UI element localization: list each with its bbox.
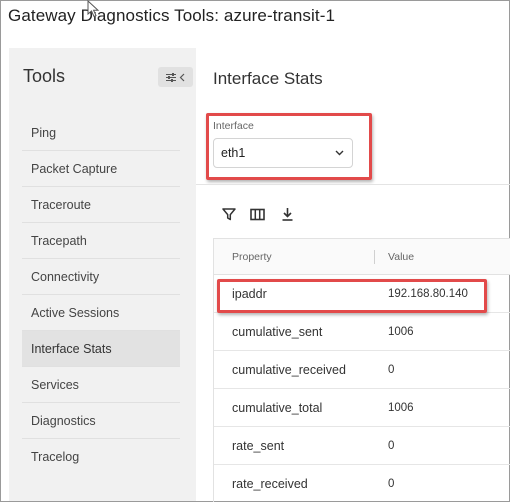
sidebar-item-interface-stats[interactable]: Interface Stats bbox=[22, 331, 180, 367]
sidebar-item-traceroute[interactable]: Traceroute bbox=[22, 187, 180, 223]
sidebar-item-packet-capture[interactable]: Packet Capture bbox=[22, 151, 180, 187]
collapse-sidebar-button[interactable] bbox=[158, 67, 193, 87]
property-cell: rate_received bbox=[232, 476, 308, 491]
sidebar-item-label: Active Sessions bbox=[31, 305, 120, 320]
sidebar-item-connectivity[interactable]: Connectivity bbox=[22, 259, 180, 295]
interface-select[interactable]: eth1 bbox=[213, 138, 353, 168]
sidebar-item-label: Services bbox=[31, 377, 79, 392]
value-cell: 0 bbox=[388, 363, 395, 376]
table-header: Property Value bbox=[214, 239, 510, 275]
column-header-label: Value bbox=[388, 250, 415, 263]
property-cell: ipaddr bbox=[232, 286, 267, 301]
interface-stats-table: Property Value ipaddr 192.168.80.140 cum… bbox=[213, 238, 510, 502]
property-cell: rate_sent bbox=[232, 438, 285, 453]
table-row: cumulative_sent 1006 bbox=[214, 313, 510, 351]
columns-icon[interactable] bbox=[248, 205, 266, 223]
page-title: Interface Stats bbox=[213, 69, 323, 88]
chevron-down-icon bbox=[335, 150, 344, 156]
sidebar-item-tracepath[interactable]: Tracepath bbox=[22, 223, 180, 259]
sidebar-item-services[interactable]: Services bbox=[22, 367, 180, 403]
value-cell: 192.168.80.140 bbox=[388, 287, 468, 300]
column-header-property[interactable]: Property bbox=[214, 239, 375, 274]
value-cell: 0 bbox=[388, 439, 395, 452]
sidebar-item-label: Interface Stats bbox=[31, 341, 112, 356]
sidebar-item-ping[interactable]: Ping bbox=[22, 115, 180, 151]
table-row: cumulative_received 0 bbox=[214, 351, 510, 389]
table-row: rate_sent 0 bbox=[214, 427, 510, 465]
property-cell: cumulative_total bbox=[232, 400, 323, 415]
table-row: cumulative_total 1006 bbox=[214, 389, 510, 427]
sidebar-item-diagnostics[interactable]: Diagnostics bbox=[22, 403, 180, 439]
property-cell: cumulative_received bbox=[232, 362, 346, 377]
value-cell: 1006 bbox=[388, 401, 414, 414]
sidebar-item-active-sessions[interactable]: Active Sessions bbox=[22, 295, 180, 331]
section-divider bbox=[196, 184, 510, 185]
sidebar-item-label: Tracelog bbox=[31, 450, 80, 464]
value-cell: 0 bbox=[388, 477, 395, 490]
tools-nav-list: Ping Packet Capture Traceroute Tracepath… bbox=[22, 115, 180, 475]
sidebar-item-label: Tracepath bbox=[31, 233, 87, 248]
download-icon[interactable] bbox=[278, 205, 296, 223]
column-header-value[interactable]: Value bbox=[374, 239, 414, 274]
sidebar-item-label: Traceroute bbox=[31, 197, 91, 212]
tools-sidebar: Tools Ping Packet Capture Traceroute Tra… bbox=[9, 48, 196, 501]
window-title: Gateway Diagnostics Tools: azure-transit… bbox=[8, 6, 336, 25]
sidebar-item-label: Diagnostics bbox=[31, 413, 96, 428]
settings-sliders-icon bbox=[166, 72, 176, 82]
interface-label: Interface bbox=[213, 120, 254, 132]
property-cell: cumulative_sent bbox=[232, 324, 323, 339]
column-header-label: Property bbox=[232, 250, 272, 263]
chevron-left-icon bbox=[179, 73, 185, 81]
sidebar-item-label: Connectivity bbox=[31, 269, 100, 284]
sidebar-item-tracelog[interactable]: Tracelog bbox=[22, 439, 180, 475]
interface-select-value: eth1 bbox=[221, 146, 246, 160]
mouse-cursor-icon bbox=[87, 0, 100, 18]
filter-icon[interactable] bbox=[220, 205, 238, 223]
sidebar-title: Tools bbox=[23, 66, 66, 86]
table-row: rate_received 0 bbox=[214, 465, 510, 502]
table-row: ipaddr 192.168.80.140 bbox=[214, 275, 510, 313]
value-cell: 1006 bbox=[388, 325, 414, 338]
sidebar-item-label: Packet Capture bbox=[31, 161, 118, 176]
sidebar-item-label: Ping bbox=[31, 125, 57, 140]
